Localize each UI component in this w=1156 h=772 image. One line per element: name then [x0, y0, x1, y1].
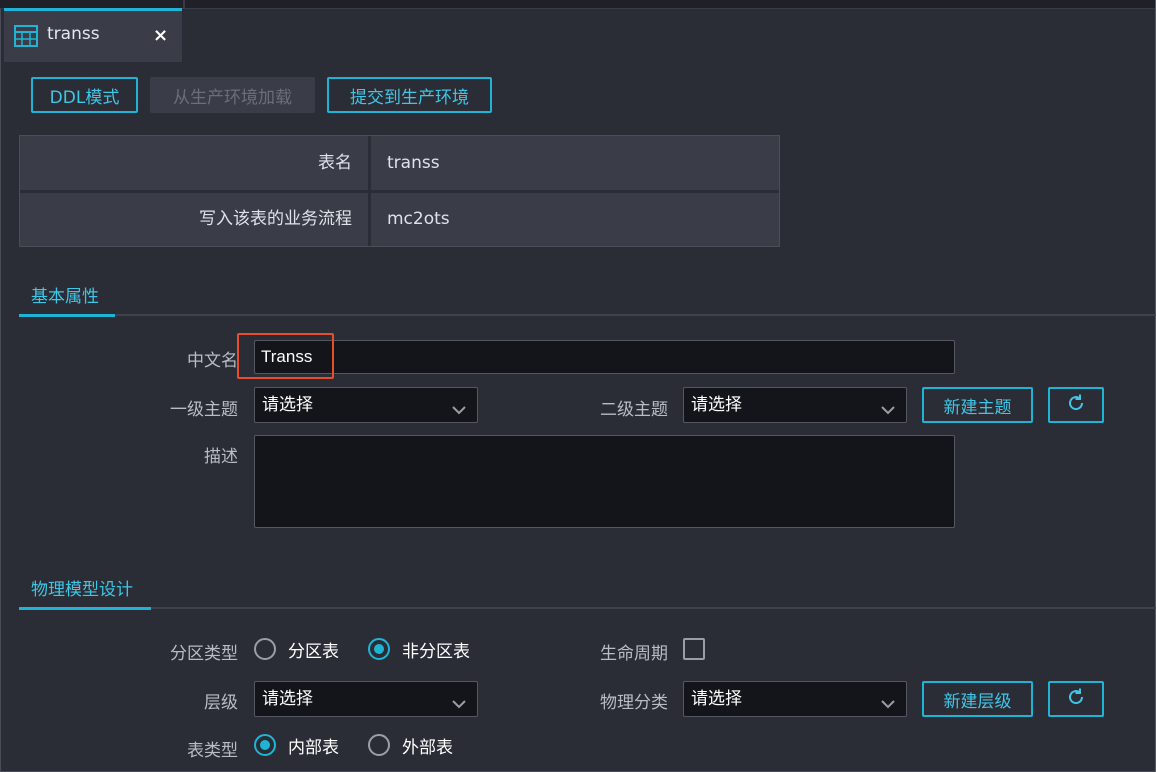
load-from-production-button[interactable]: 从生产环境加载 [150, 77, 315, 113]
new-level-button[interactable]: 新建层级 [922, 681, 1033, 717]
ddl-mode-button[interactable]: DDL模式 [31, 77, 138, 113]
new-topic-button[interactable]: 新建主题 [922, 387, 1033, 423]
level-select-value: 请选择 [262, 689, 313, 709]
level-label: 层级 [204, 693, 238, 713]
refresh-topic-button[interactable] [1048, 387, 1104, 423]
info-label: 表名 [20, 136, 371, 190]
table-icon [14, 24, 38, 52]
cn-name-input[interactable] [254, 340, 955, 374]
description-textarea[interactable] [254, 435, 955, 528]
table-info: 表名 transs 写入该表的业务流程 mc2ots [19, 135, 780, 247]
partition-radio-non-partitioned[interactable] [368, 638, 390, 660]
partition-radio-partitioned[interactable] [254, 638, 276, 660]
topic2-select-value: 请选择 [691, 395, 742, 415]
chevron-down-icon [451, 690, 467, 724]
cn-name-label: 中文名 [187, 351, 238, 371]
top-strip-divider [183, 0, 185, 8]
section-title-physical[interactable]: 物理模型设计 [31, 575, 133, 600]
level-select[interactable]: 请选择 [254, 681, 478, 717]
info-value: mc2ots [387, 209, 450, 229]
chevron-down-icon [880, 396, 896, 430]
topic1-label: 一级主题 [170, 400, 238, 420]
physical-class-select-value: 请选择 [691, 689, 742, 709]
physical-class-label: 物理分类 [600, 693, 668, 713]
table-type-radio-external[interactable] [368, 734, 390, 756]
tab-label: transs [47, 24, 100, 44]
refresh-icon [1066, 393, 1086, 417]
table-type-radio-internal[interactable] [254, 734, 276, 756]
partition-type-label: 分区类型 [170, 644, 238, 664]
submit-to-production-button[interactable]: 提交到生产环境 [327, 77, 492, 113]
lifecycle-label: 生命周期 [600, 644, 668, 664]
chevron-down-icon [451, 396, 467, 430]
section-divider-physical [19, 607, 1156, 610]
section-underline [19, 314, 115, 317]
topic2-label: 二级主题 [600, 400, 668, 420]
table-type-option-label: 内部表 [288, 738, 339, 758]
refresh-level-button[interactable] [1048, 681, 1104, 717]
partition-option-label: 分区表 [288, 642, 339, 662]
info-value: transs [387, 153, 440, 173]
section-divider-basic [19, 314, 1156, 317]
chevron-down-icon [880, 690, 896, 724]
info-row-business-flow: 写入该表的业务流程 mc2ots [20, 192, 779, 246]
table-type-label: 表类型 [187, 741, 238, 761]
description-label: 描述 [204, 447, 238, 467]
section-underline [19, 607, 151, 610]
info-row-table-name: 表名 transs [20, 136, 779, 193]
topic1-select-value: 请选择 [262, 395, 313, 415]
topic1-select[interactable]: 请选择 [254, 387, 478, 423]
partition-option-label: 非分区表 [402, 642, 470, 662]
lifecycle-checkbox[interactable] [683, 638, 705, 660]
highlight-box [237, 333, 334, 379]
section-title-basic[interactable]: 基本属性 [31, 282, 99, 307]
topic2-select[interactable]: 请选择 [683, 387, 907, 423]
physical-class-select[interactable]: 请选择 [683, 681, 907, 717]
table-type-option-label: 外部表 [402, 738, 453, 758]
tab-transs[interactable]: transs × [4, 8, 182, 62]
refresh-icon [1066, 687, 1086, 711]
info-label: 写入该表的业务流程 [20, 192, 371, 246]
close-icon[interactable]: × [153, 25, 168, 46]
